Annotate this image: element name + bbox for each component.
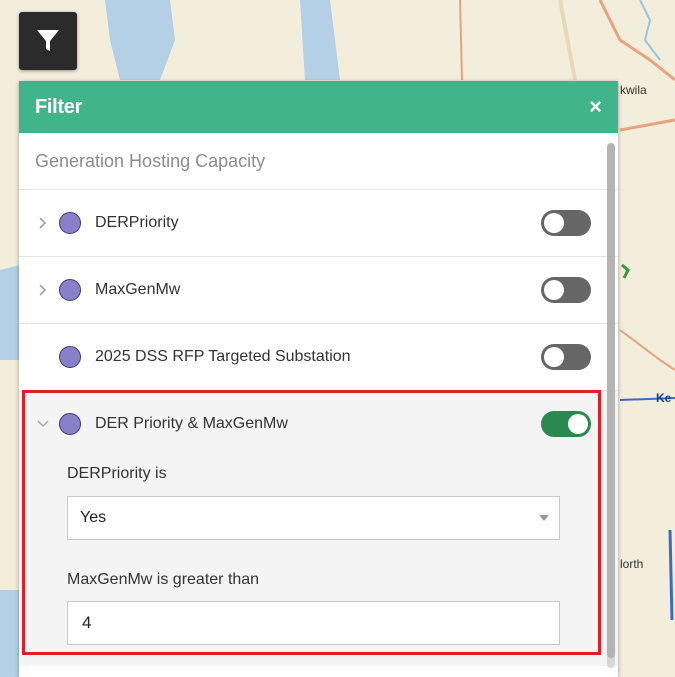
layer-symbol-icon — [59, 279, 81, 301]
map-place-label: lorth — [620, 557, 643, 571]
map-place-label: Ke — [656, 391, 672, 405]
filter-toggle-maxgenmw[interactable] — [541, 277, 591, 303]
filter-label: MaxGenMw — [95, 281, 181, 298]
filter-label: DERPriority — [95, 214, 179, 231]
scrollbar[interactable] — [607, 143, 615, 668]
filter-item-der-priority-maxgenmw: DER Priority & MaxGenMw DERPriority is Y… — [19, 391, 618, 666]
condition-label: MaxGenMw is greater than — [67, 571, 260, 588]
filter-item-maxgenmw[interactable]: MaxGenMw — [19, 257, 618, 324]
layer-name: Generation Hosting Capacity — [19, 133, 618, 190]
chevron-down-icon[interactable] — [35, 420, 51, 428]
chevron-right-icon[interactable] — [35, 217, 51, 229]
chevron-right-icon[interactable] — [35, 284, 51, 296]
filter-panel: Filter × Generation Hosting Capacity DER… — [19, 81, 618, 677]
scrollbar-thumb[interactable] — [607, 143, 615, 658]
derpriority-select[interactable]: Yes — [67, 496, 560, 540]
filter-item-2025-dss-rfp[interactable]: 2025 DSS RFP Targeted Substation — [19, 324, 618, 391]
filter-item-header[interactable]: DER Priority & MaxGenMw — [19, 391, 618, 457]
filter-toggle-derpriority[interactable] — [541, 210, 591, 236]
map-place-label: kwila — [620, 83, 647, 97]
filter-icon — [37, 30, 59, 51]
layer-symbol-icon — [59, 413, 81, 435]
filter-toggle-2025-dss-rfp[interactable] — [541, 344, 591, 370]
close-icon[interactable]: × — [589, 96, 602, 118]
select-value: Yes — [80, 509, 107, 526]
condition-label: DERPriority is — [67, 465, 167, 482]
panel-header: Filter × — [19, 81, 618, 133]
panel-title: Filter — [35, 95, 83, 118]
filter-item-derpriority[interactable]: DERPriority — [19, 190, 618, 257]
filter-toggle-der-priority-maxgenmw[interactable] — [541, 411, 591, 437]
layer-symbol-icon — [59, 346, 81, 368]
filter-label: 2025 DSS RFP Targeted Substation — [95, 348, 351, 365]
panel-content: Generation Hosting Capacity DERPriority … — [19, 133, 618, 677]
caret-down-icon — [539, 515, 549, 521]
filter-label: DER Priority & MaxGenMw — [95, 415, 288, 432]
filter-widget-button[interactable] — [19, 12, 77, 70]
layer-symbol-icon — [59, 212, 81, 234]
maxgenmw-input[interactable]: 4 — [67, 601, 560, 645]
